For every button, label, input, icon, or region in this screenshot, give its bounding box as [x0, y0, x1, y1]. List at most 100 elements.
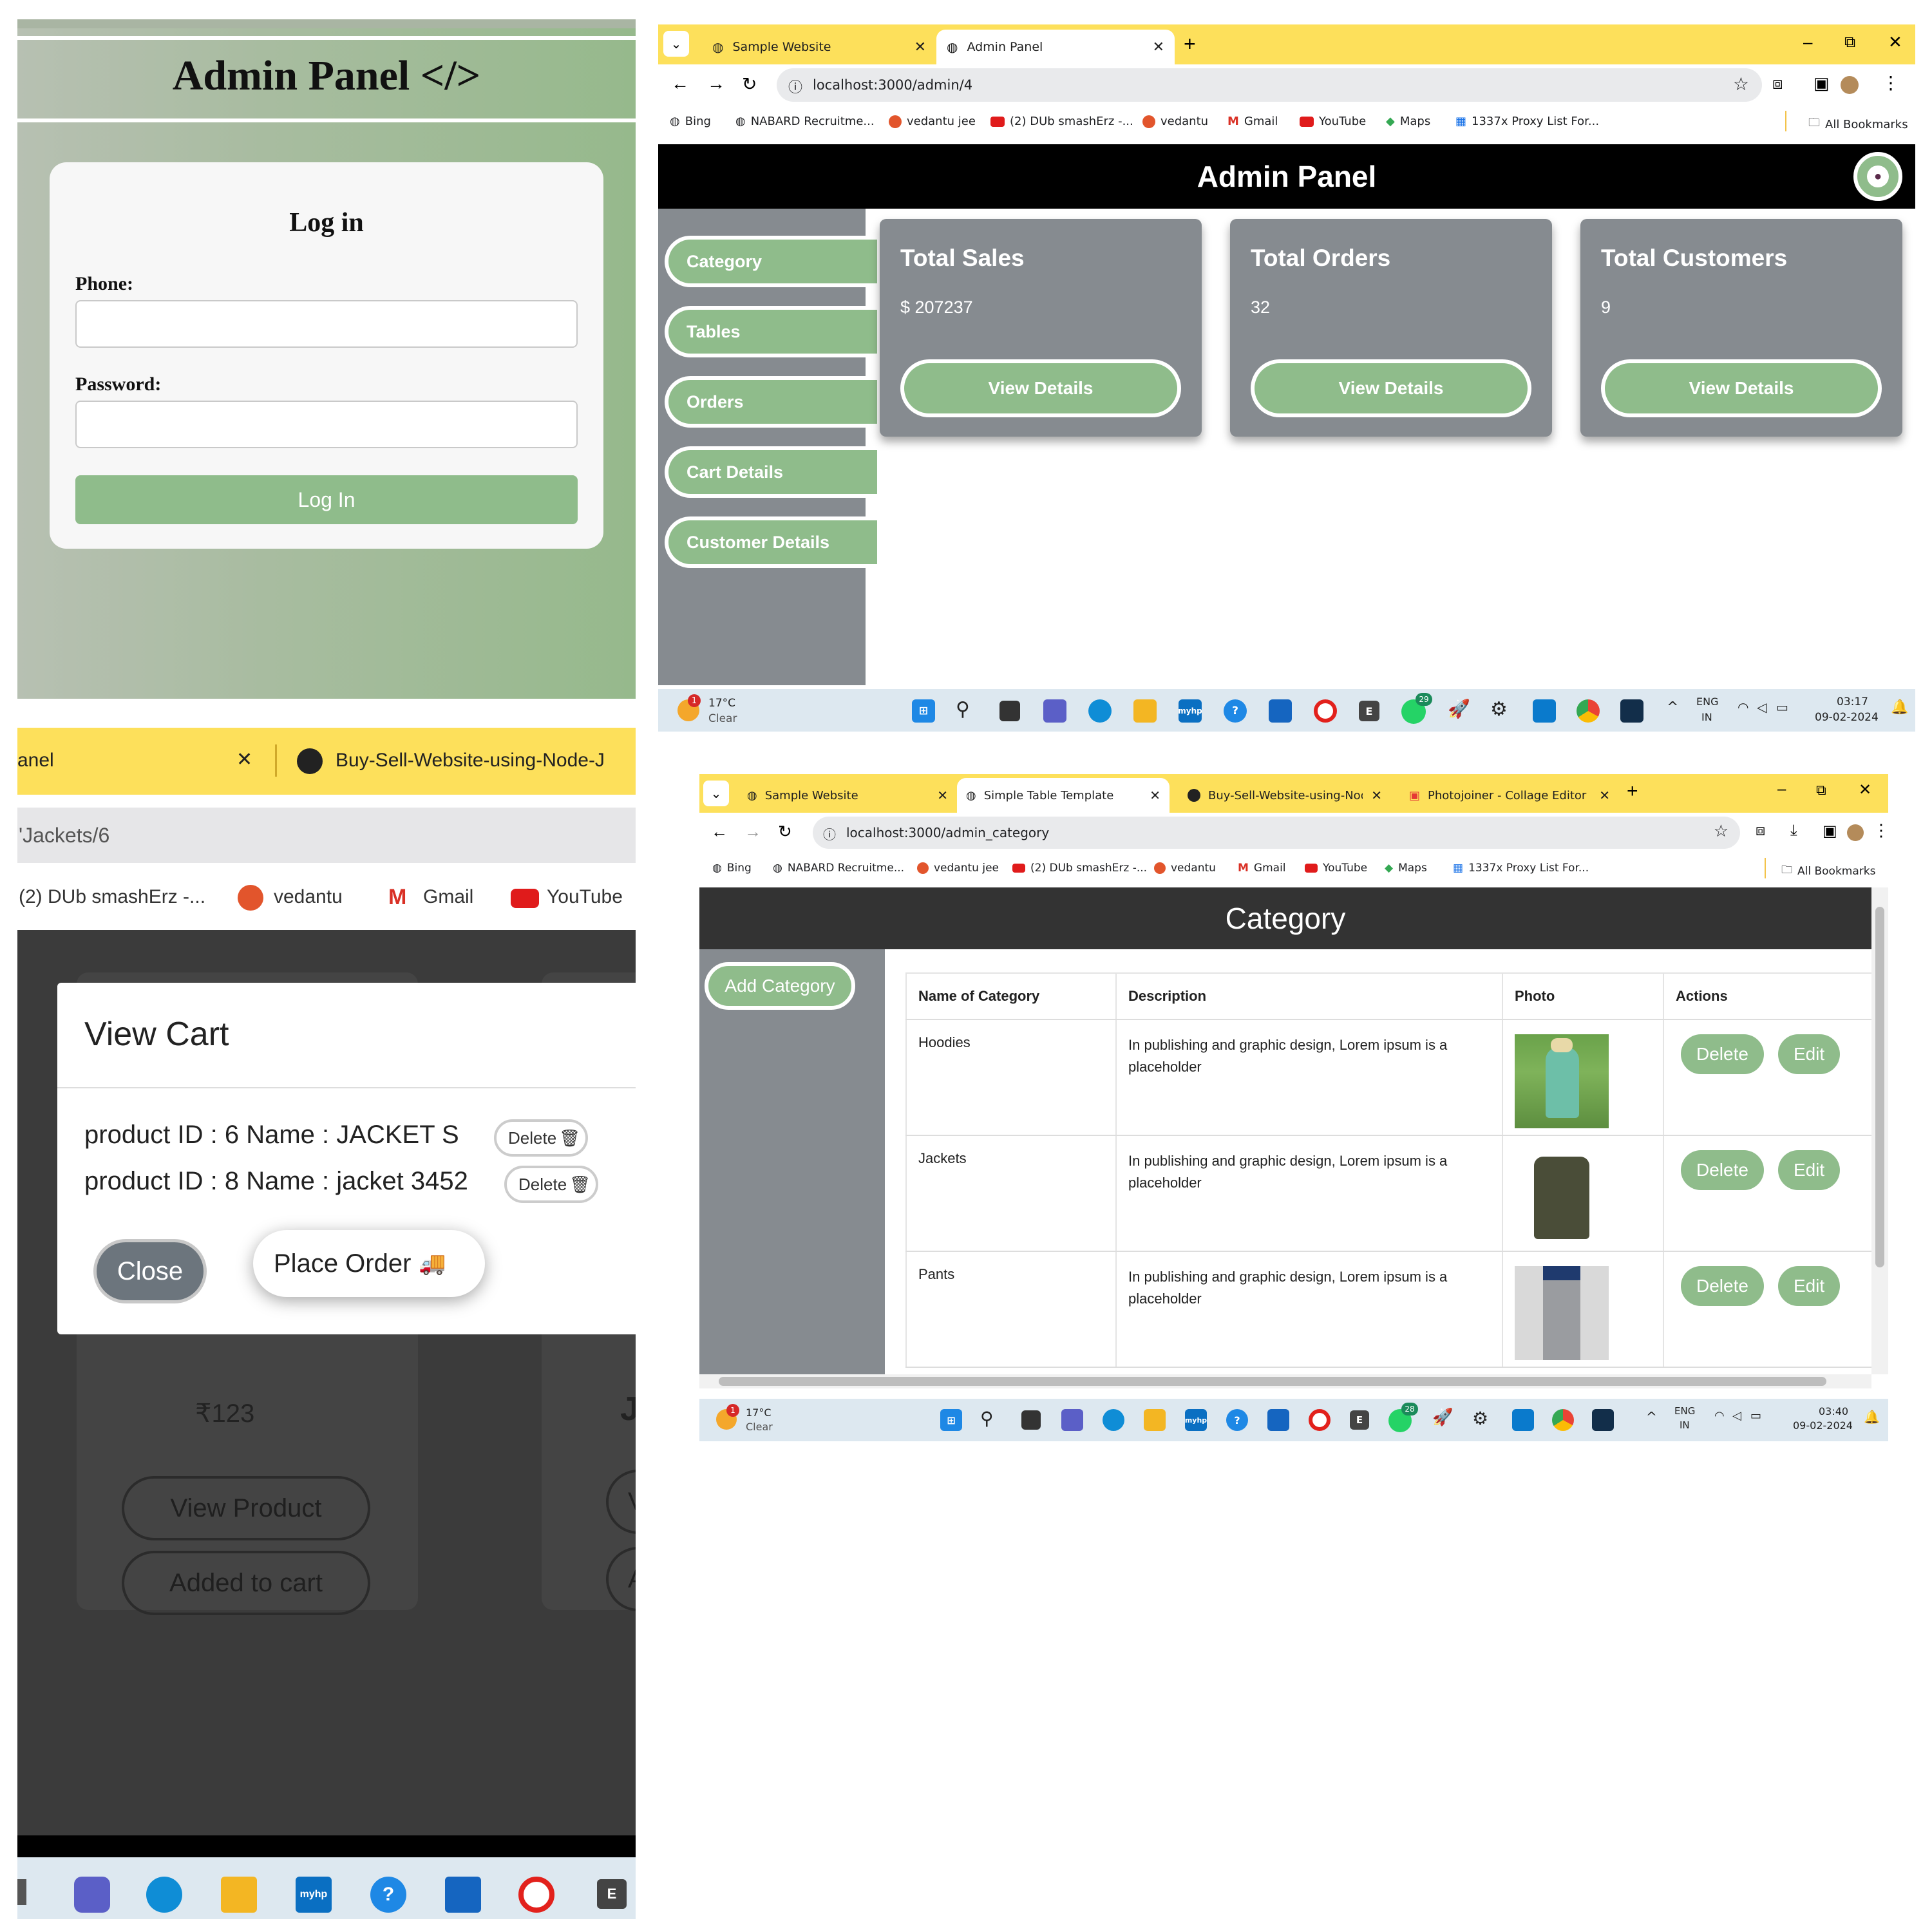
- extensions-icon[interactable]: ⧈: [1772, 73, 1783, 94]
- epic-icon[interactable]: E: [1350, 1410, 1369, 1430]
- view-details-button[interactable]: View Details: [900, 359, 1181, 417]
- language-code[interactable]: ENG: [1674, 1405, 1695, 1417]
- window-close-icon[interactable]: ✕: [1888, 32, 1902, 52]
- edge-icon[interactable]: [146, 1877, 182, 1913]
- new-tab-icon[interactable]: +: [1627, 781, 1638, 802]
- close-icon[interactable]: ✕: [914, 39, 926, 55]
- teams-icon[interactable]: [1061, 1409, 1083, 1431]
- battery-icon[interactable]: ▭: [1776, 699, 1788, 715]
- profile-avatar[interactable]: [1841, 76, 1859, 94]
- task-view-icon[interactable]: [1021, 1410, 1041, 1430]
- delete-button[interactable]: Delete: [1681, 1266, 1764, 1306]
- scrollbar-thumb[interactable]: [719, 1377, 1826, 1386]
- chrome-icon[interactable]: [1552, 1409, 1574, 1431]
- add-cart-button-partial[interactable]: A: [606, 1547, 636, 1611]
- bookmark-vedantu[interactable]: vedantu: [1142, 115, 1208, 128]
- close-button[interactable]: Close: [93, 1239, 207, 1303]
- edit-button[interactable]: Edit: [1777, 1150, 1841, 1190]
- horizontal-scrollbar[interactable]: [699, 1374, 1871, 1388]
- tab-sample-website[interactable]: ◍ Sample Website ✕: [738, 778, 957, 813]
- bookmark-vedantu-jee[interactable]: vedantu jee: [889, 115, 976, 128]
- bookmark-dub[interactable]: (2) DUb smashErz -...: [1012, 862, 1147, 875]
- close-icon[interactable]: ✕: [937, 788, 948, 803]
- task-view-icon[interactable]: [999, 701, 1020, 721]
- sidepanel-icon[interactable]: ▣: [1823, 822, 1837, 840]
- close-icon[interactable]: ✕: [236, 748, 252, 771]
- close-icon[interactable]: ✕: [1153, 39, 1164, 55]
- search-icon[interactable]: ⚲: [956, 698, 970, 721]
- bookmark-dub[interactable]: (2) DUb smashErz -...: [19, 886, 205, 908]
- bookmark-vedantu[interactable]: vedantu: [274, 886, 343, 908]
- store-icon[interactable]: [445, 1877, 481, 1913]
- back-icon[interactable]: ←: [711, 822, 728, 842]
- reload-icon[interactable]: ↻: [742, 73, 757, 95]
- password-input[interactable]: [75, 401, 578, 448]
- search-icon[interactable]: ⚲: [980, 1408, 994, 1429]
- close-icon[interactable]: ✕: [1150, 788, 1160, 803]
- clock-time[interactable]: 03:40: [1819, 1405, 1848, 1417]
- rocket-icon[interactable]: 🚀: [1432, 1408, 1453, 1427]
- tab-github[interactable]: Buy-Sell-Website-using-Node-J✕: [1179, 778, 1391, 813]
- menu-icon[interactable]: ⋮: [1882, 72, 1900, 93]
- tab-admin-panel[interactable]: ◍ Admin Panel ✕: [936, 30, 1175, 64]
- delete-button[interactable]: Delete: [1681, 1034, 1764, 1074]
- teams-icon[interactable]: [74, 1877, 110, 1913]
- view-details-button[interactable]: View Details: [1601, 359, 1882, 417]
- bookmark-gmail[interactable]: M Gmail: [1238, 862, 1286, 875]
- chevron-up-icon[interactable]: ^: [1646, 1409, 1657, 1425]
- menu-icon[interactable]: ⋮: [1873, 820, 1888, 840]
- help-icon[interactable]: ?: [370, 1877, 406, 1913]
- opera-icon[interactable]: [518, 1877, 554, 1913]
- bookmark-nabard[interactable]: ◍ NABARD Recruitme...: [735, 115, 875, 128]
- help-icon[interactable]: ?: [1224, 699, 1247, 723]
- windows-start-icon[interactable]: ⊞: [912, 699, 935, 723]
- file-explorer-icon[interactable]: [1133, 699, 1157, 723]
- sidepanel-icon[interactable]: ▣: [1814, 73, 1830, 93]
- cart-item-delete-button[interactable]: Delete 🗑: [494, 1119, 588, 1157]
- battery-icon[interactable]: ▭: [1750, 1409, 1761, 1423]
- restore-icon[interactable]: ⧉: [1844, 33, 1855, 52]
- wifi-icon[interactable]: ◠: [1714, 1409, 1725, 1423]
- tab-search-button[interactable]: ⌄: [703, 781, 729, 806]
- url-field[interactable]: 'Jackets/6: [17, 808, 636, 863]
- bookmark-maps[interactable]: ◆ Maps: [1386, 115, 1430, 128]
- tab-sample-website[interactable]: ◍ Sample Website ✕: [703, 30, 935, 64]
- close-icon[interactable]: ✕: [1599, 788, 1610, 803]
- store-icon[interactable]: [1267, 1409, 1289, 1431]
- reload-icon[interactable]: ↻: [778, 822, 792, 842]
- all-bookmarks[interactable]: 🗀 All Bookmarks: [1808, 115, 1908, 134]
- profile-avatar[interactable]: [1847, 824, 1864, 841]
- bookmark-gmail[interactable]: Gmail: [423, 886, 473, 908]
- myhp-icon[interactable]: myhp: [1185, 1409, 1207, 1431]
- view-product-button-partial[interactable]: Vi: [606, 1470, 636, 1534]
- extensions-icon[interactable]: ⧈: [1756, 822, 1765, 840]
- delete-button[interactable]: Delete: [1681, 1150, 1764, 1190]
- epic-icon[interactable]: E: [1359, 701, 1379, 721]
- forward-icon[interactable]: →: [744, 822, 761, 842]
- edit-button[interactable]: Edit: [1777, 1034, 1841, 1074]
- teams-icon[interactable]: [1043, 699, 1066, 723]
- url-field[interactable]: ⓘ localhost:3000/admin/4 ☆: [777, 68, 1762, 102]
- bookmark-bing[interactable]: ◍ Bing: [670, 115, 711, 128]
- phone-input[interactable]: [75, 300, 578, 348]
- added-to-cart-button[interactable]: Added to cart: [122, 1551, 370, 1615]
- restore-icon[interactable]: ⧉: [1816, 782, 1826, 799]
- bookmark-1337x[interactable]: ▦ 1337x Proxy List For...: [1453, 862, 1589, 875]
- back-icon[interactable]: ←: [671, 73, 689, 94]
- vscode-icon[interactable]: [1533, 699, 1556, 723]
- app-icon[interactable]: [1592, 1409, 1614, 1431]
- login-button[interactable]: Log In: [75, 475, 578, 524]
- vertical-scrollbar[interactable]: [1871, 887, 1888, 1374]
- chevron-up-icon[interactable]: ^: [1667, 699, 1678, 715]
- minimize-icon[interactable]: –: [1803, 32, 1812, 52]
- openai-icon[interactable]: ⚙: [1472, 1408, 1488, 1429]
- app-icon[interactable]: [1620, 699, 1643, 723]
- myhp-icon[interactable]: myhp: [296, 1877, 332, 1913]
- url-field[interactable]: ⓘ localhost:3000/admin_category ☆: [813, 817, 1740, 849]
- bookmark-youtube[interactable]: YouTube: [547, 886, 623, 908]
- all-bookmarks[interactable]: 🗀 All Bookmarks: [1781, 862, 1875, 880]
- edge-icon[interactable]: [1103, 1409, 1124, 1431]
- view-details-button[interactable]: View Details: [1251, 359, 1531, 417]
- bookmark-dub[interactable]: (2) DUb smashErz -...: [990, 115, 1133, 128]
- notification-bell-icon[interactable]: 🔔: [1864, 1409, 1880, 1425]
